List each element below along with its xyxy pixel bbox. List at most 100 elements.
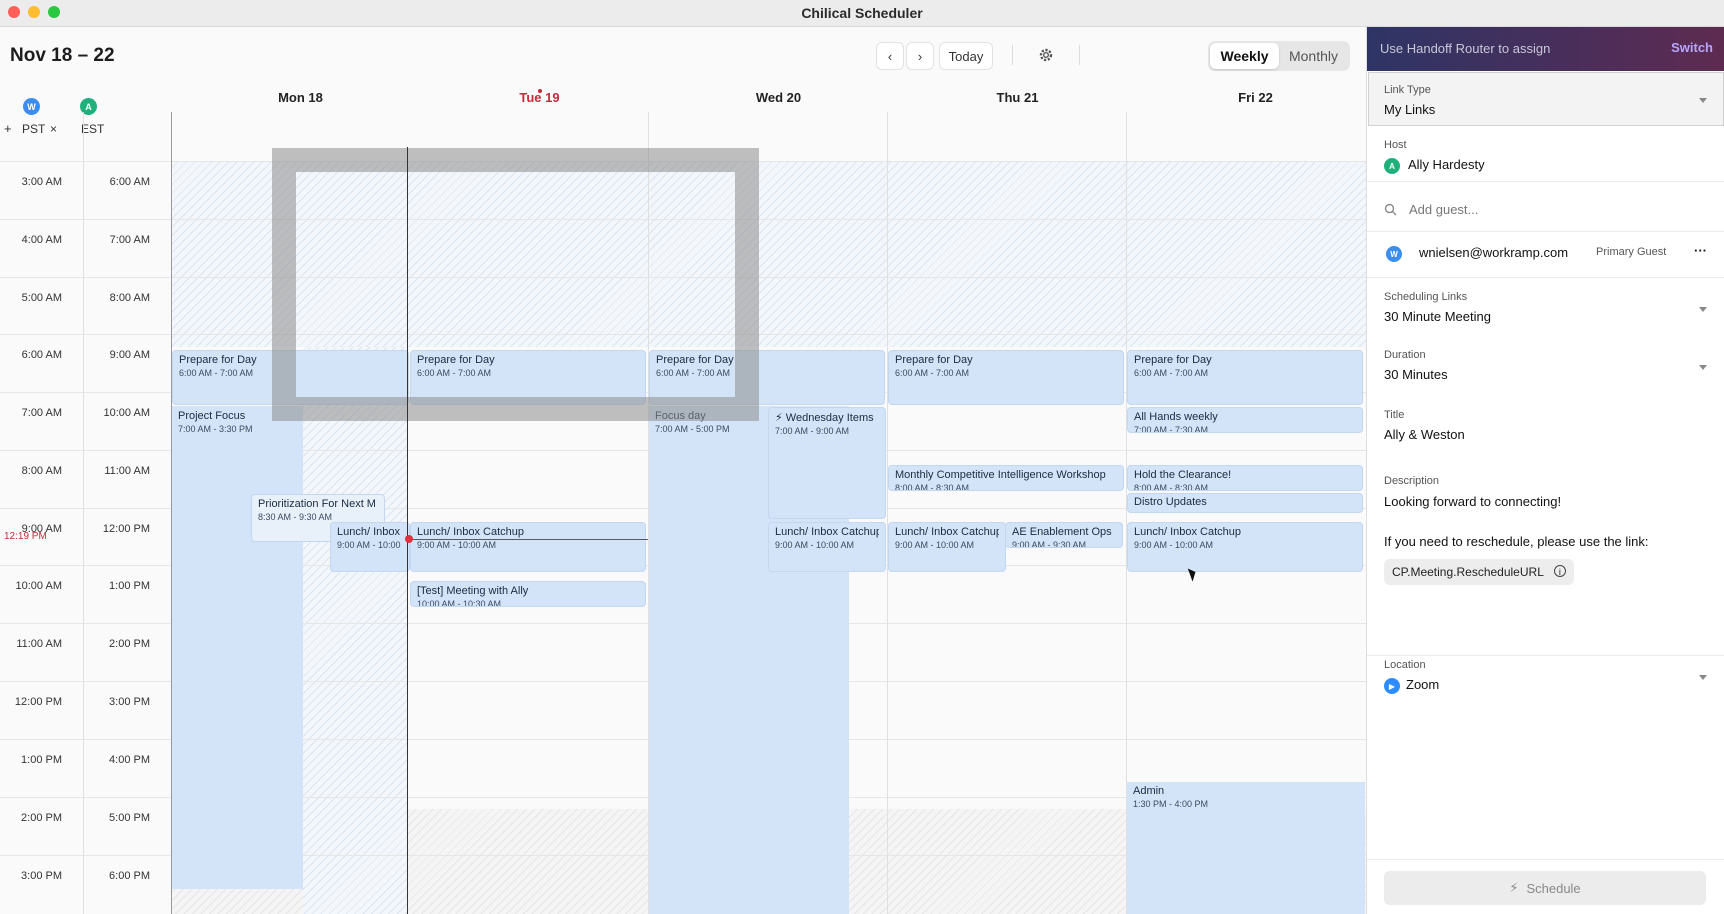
- event-title: Lunch/ Inbox: [337, 526, 400, 538]
- event-title: Prepare for Day: [1134, 354, 1212, 366]
- event-title: ⚡ Wednesday Items: [775, 412, 874, 424]
- scheduling-links-select[interactable]: 30 Minute Meeting: [1384, 309, 1491, 324]
- event-time: 7:00 AM - 5:00 PM: [655, 424, 730, 434]
- current-day-line: [407, 147, 408, 914]
- divider: [1367, 859, 1724, 860]
- drag-selection-overlay[interactable]: [272, 148, 759, 421]
- time-label-pst: 3:00 AM: [21, 176, 62, 188]
- divider: [1367, 181, 1724, 182]
- time-label-est: 5:00 PM: [109, 812, 150, 824]
- chevron-down-icon: [1699, 675, 1707, 680]
- day-header-thu[interactable]: Thu 21: [898, 90, 1137, 105]
- event-card[interactable]: Monthly Competitive Intelligence Worksho…: [888, 465, 1124, 491]
- time-label-pst: 7:00 AM: [21, 407, 62, 419]
- title-input[interactable]: Ally & Weston: [1384, 427, 1465, 442]
- previous-week-button[interactable]: ‹: [876, 42, 904, 70]
- event-card[interactable]: Lunch/ Inbox Catchup 9:00 AM - 10:00 AM: [410, 522, 646, 572]
- link-type-select[interactable]: [1368, 72, 1724, 126]
- time-label-est: 9:00 AM: [109, 349, 150, 361]
- settings-button[interactable]: [1032, 42, 1060, 68]
- next-week-button[interactable]: ›: [906, 42, 934, 70]
- today-button[interactable]: Today: [939, 42, 993, 70]
- window-title: Chilical Scheduler: [801, 5, 923, 21]
- location-select[interactable]: Zoom: [1406, 677, 1439, 692]
- reschedule-url-token[interactable]: CP.Meeting.RescheduleURL i: [1384, 559, 1574, 585]
- chevron-down-icon: [1699, 98, 1707, 103]
- time-label-est: 7:00 AM: [109, 234, 150, 246]
- time-label-est: 12:00 PM: [102, 523, 150, 535]
- time-label-est: 6:00 PM: [109, 870, 150, 882]
- link-type-label: Link Type: [1384, 84, 1431, 96]
- divider: [1367, 277, 1724, 278]
- event-title: Lunch/ Inbox Catchup: [417, 526, 525, 538]
- time-label-pst: 12:00 PM: [14, 696, 62, 708]
- timezone-label-pst: PST: [22, 122, 46, 136]
- description-label: Description: [1384, 475, 1440, 487]
- more-options-icon[interactable]: ···: [1694, 243, 1707, 258]
- event-card[interactable]: AE Enablement Ops 9:00 AM - 9:30 AM: [1005, 522, 1123, 548]
- event-card[interactable]: Hold the Clearance! 8:00 AM - 8:30 AM: [1127, 465, 1363, 491]
- description-line[interactable]: If you need to reschedule, please use th…: [1384, 534, 1649, 549]
- schedule-button[interactable]: ⚡ Schedule: [1384, 871, 1706, 905]
- calendar-view: Nov 18 – 22 ‹ › Today Weekly Monthly W A…: [0, 27, 1366, 914]
- remove-timezone-button[interactable]: ×: [50, 122, 57, 136]
- chevron-left-icon: ‹: [887, 48, 893, 64]
- weekly-view-button[interactable]: Weekly: [1210, 43, 1279, 69]
- day-header-fri[interactable]: Fri 22: [1136, 90, 1366, 105]
- event-time: 9:00 AM - 10:00: [337, 540, 401, 550]
- timezone-avatar-est: A: [80, 98, 97, 115]
- event-time: 9:00 AM - 10:00 AM: [775, 540, 855, 550]
- time-label-est: 2:00 PM: [109, 638, 150, 650]
- window-titlebar: Chilical Scheduler: [0, 0, 1724, 27]
- event-time: 7:00 AM - 7:30 AM: [1134, 425, 1209, 433]
- day-header-tue[interactable]: Tue 19: [420, 90, 659, 105]
- event-card[interactable]: Admin 1:30 PM - 4:00 PM: [1127, 782, 1363, 822]
- event-card[interactable]: Lunch/ Inbox Catchup 9:00 AM - 10:00 AM: [888, 522, 1006, 572]
- current-time-line: [408, 539, 648, 540]
- divider: [1367, 231, 1724, 232]
- event-card[interactable]: ⚡ Wednesday Items 7:00 AM - 9:00 AM: [768, 407, 886, 519]
- chevron-down-icon: [1699, 307, 1707, 312]
- event-title: Prioritization For Next M: [258, 498, 376, 510]
- event-block[interactable]: [172, 406, 303, 889]
- host-name[interactable]: Ally Hardesty: [1408, 157, 1485, 172]
- event-time: 6:00 AM - 7:00 AM: [895, 368, 970, 378]
- divider: [1367, 655, 1724, 656]
- event-card[interactable]: Lunch/ Inbox Catchup 9:00 AM - 10:00 AM: [768, 522, 886, 572]
- duration-select[interactable]: 30 Minutes: [1384, 367, 1448, 382]
- time-label-est: 3:00 PM: [109, 696, 150, 708]
- time-label-pst: 10:00 AM: [15, 580, 62, 592]
- scheduling-panel: Use Handoff Router to assign Switch Link…: [1366, 27, 1724, 914]
- current-time-dot: [405, 535, 413, 543]
- event-card[interactable]: All Hands weekly 7:00 AM - 7:30 AM: [1127, 407, 1363, 433]
- event-card[interactable]: [Test] Meeting with Ally 10:00 AM - 10:3…: [410, 581, 646, 607]
- monthly-view-button[interactable]: Monthly: [1279, 43, 1348, 69]
- host-label: Host: [1384, 139, 1407, 151]
- event-card[interactable]: Distro Updates: [1127, 493, 1363, 513]
- add-timezone-button[interactable]: +: [4, 121, 12, 136]
- timezone-avatar-pst: W: [23, 98, 40, 115]
- event-time: 9:00 AM - 10:00 AM: [1134, 540, 1214, 550]
- view-toggle: Weekly Monthly: [1208, 41, 1350, 71]
- event-title: Lunch/ Inbox Catchup: [895, 526, 999, 538]
- time-label-est: 8:00 AM: [109, 292, 150, 304]
- event-time: 6:00 AM - 7:00 AM: [1134, 368, 1209, 378]
- time-label-est: 6:00 AM: [109, 176, 150, 188]
- event-card[interactable]: Prepare for Day 6:00 AM - 7:00 AM: [888, 350, 1124, 405]
- day-header-wed[interactable]: Wed 20: [659, 90, 898, 105]
- time-label-est: 1:00 PM: [109, 580, 150, 592]
- event-card[interactable]: Lunch/ Inbox Catchup 9:00 AM - 10:00 AM: [1127, 522, 1363, 572]
- toolbar-divider: [1079, 45, 1080, 65]
- day-header-mon[interactable]: Mon 18: [181, 90, 420, 105]
- info-icon[interactable]: i: [1553, 565, 1566, 577]
- event-card[interactable]: Lunch/ Inbox 9:00 AM - 10:00: [330, 522, 410, 572]
- handoff-banner: Use Handoff Router to assign Switch: [1367, 27, 1724, 71]
- description-line[interactable]: Looking forward to connecting!: [1384, 494, 1561, 509]
- chevron-right-icon: ›: [917, 48, 923, 64]
- switch-link[interactable]: Switch: [1671, 40, 1713, 55]
- add-guest-input[interactable]: Add guest...: [1409, 202, 1478, 217]
- event-time: 8:30 AM - 9:30 AM: [258, 512, 333, 522]
- event-card[interactable]: Prepare for Day 6:00 AM - 7:00 AM: [1127, 350, 1363, 405]
- time-label-est: 10:00 AM: [103, 407, 150, 419]
- event-time: 8:00 AM - 8:30 AM: [895, 483, 970, 491]
